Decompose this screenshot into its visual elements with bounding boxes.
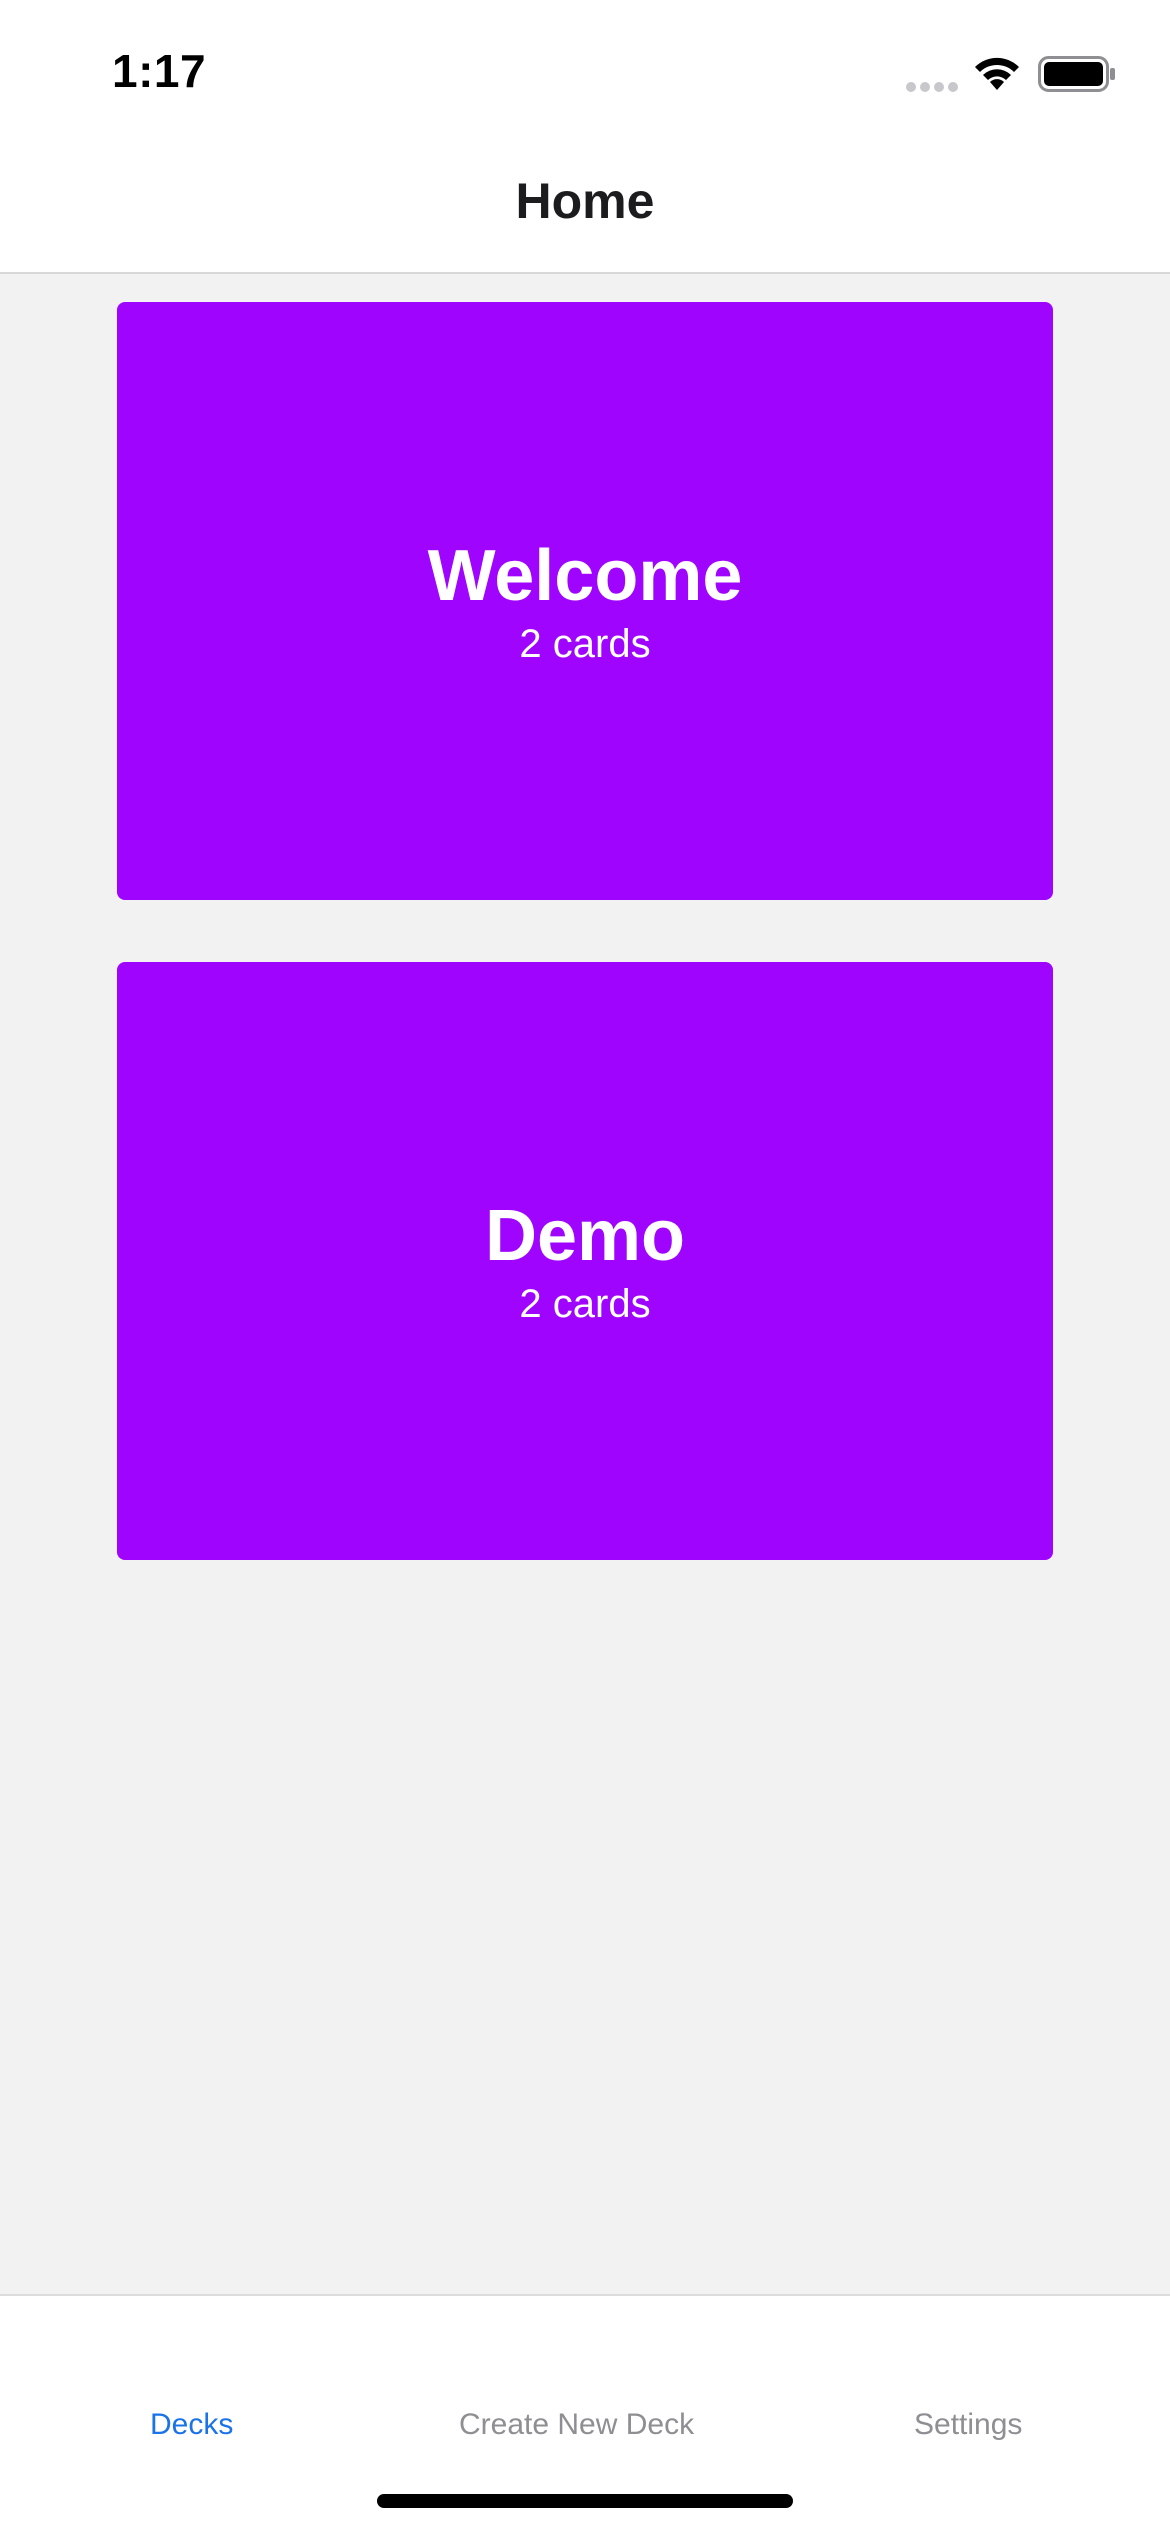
deck-title: Demo	[484, 1196, 686, 1276]
signal-icon	[906, 82, 958, 92]
deck-card-count: 2 cards	[519, 1282, 651, 1326]
page-title: Home	[515, 173, 655, 229]
deck-card-welcome[interactable]: Welcome 2 cards	[117, 302, 1053, 900]
deck-list: Welcome 2 cards Demo 2 cards	[0, 274, 1170, 2294]
tab-bar: Decks Create New Deck Settings	[0, 2294, 1170, 2532]
tab-create-new-deck[interactable]: Create New Deck	[459, 2408, 694, 2442]
status-bar: 1:17	[0, 0, 1170, 150]
deck-card-count: 2 cards	[519, 622, 651, 666]
home-indicator[interactable]	[377, 2494, 793, 2508]
nav-header: Home	[0, 150, 1170, 274]
tab-settings[interactable]: Settings	[914, 2408, 1022, 2442]
deck-card-demo[interactable]: Demo 2 cards	[117, 962, 1053, 1560]
battery-icon	[1038, 56, 1115, 92]
wifi-icon	[975, 57, 1019, 90]
tab-decks[interactable]: Decks	[150, 2408, 233, 2442]
status-time: 1:17	[112, 45, 207, 97]
deck-title: Welcome	[427, 536, 743, 616]
